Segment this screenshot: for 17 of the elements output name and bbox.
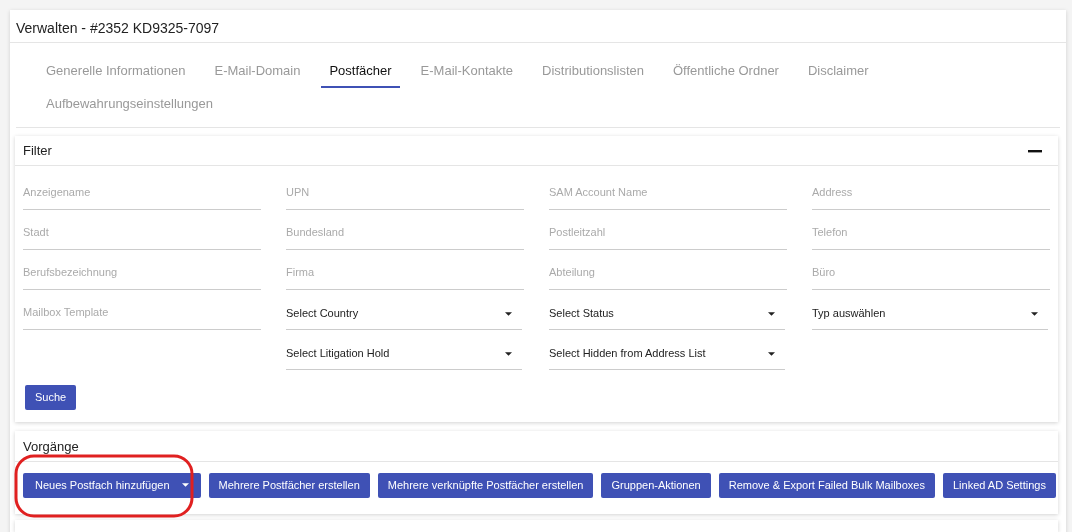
- caret-icon: [768, 351, 775, 356]
- caret-icon: [181, 483, 189, 488]
- action-button[interactable]: Linked AD Settings: [942, 472, 1056, 498]
- action-button[interactable]: Mehrere Postfächer erstellen: [208, 472, 370, 498]
- action-button[interactable]: Mehrere verknüpfte Postfächer erstellen: [377, 472, 594, 498]
- caret-icon: [768, 311, 775, 316]
- caret-icon: [1031, 311, 1038, 316]
- action-button[interactable]: Remove & Export Failed Bulk Mailboxes: [718, 472, 935, 498]
- panel-title: Vorgänge: [23, 438, 79, 457]
- search-button[interactable]: Suche: [25, 385, 77, 410]
- action-button[interactable]: Gruppen-Aktionen: [601, 472, 711, 498]
- caret-icon: [505, 311, 512, 316]
- tab[interactable]: Postfächer: [321, 57, 400, 88]
- panel-title: Filter: [23, 141, 52, 160]
- caret-icon: [505, 351, 512, 356]
- page-title: Verwalten - #2352 KD9325-7097: [10, 10, 1066, 43]
- dropdown-button[interactable]: Neues Postfach hinzufügen: [23, 472, 201, 498]
